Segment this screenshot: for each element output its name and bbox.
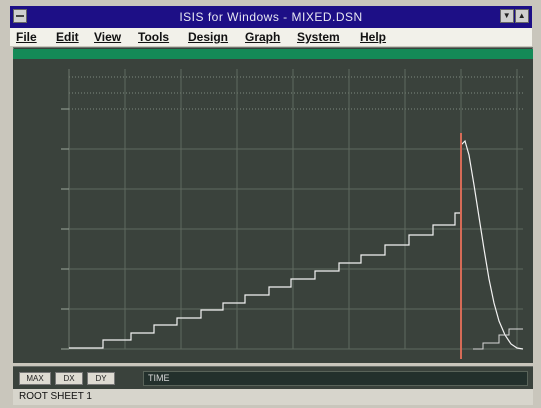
max-button[interactable]: MAX [19, 372, 51, 385]
minimize-icon[interactable]: ▼ [500, 9, 514, 23]
title-bar: ISIS for Windows - MIXED.DSN ▼ ▲ [10, 6, 532, 28]
graph-header-strip [13, 49, 533, 59]
time-label: TIME [148, 373, 170, 383]
maximize-icon[interactable]: ▲ [515, 9, 529, 23]
menu-design[interactable]: Design [188, 30, 228, 44]
menu-bar: File Edit View Tools Design Graph System… [10, 28, 532, 46]
window-title: ISIS for Windows - MIXED.DSN [179, 10, 363, 24]
menu-system[interactable]: System [297, 30, 340, 44]
menu-file[interactable]: File [16, 30, 37, 44]
menu-graph[interactable]: Graph [245, 30, 280, 44]
dx-button[interactable]: DX [55, 372, 83, 385]
system-menu-icon[interactable] [13, 9, 27, 23]
menu-tools[interactable]: Tools [138, 30, 169, 44]
plot-background [13, 59, 533, 363]
time-display: TIME [143, 371, 528, 386]
menu-edit[interactable]: Edit [56, 30, 79, 44]
menu-help[interactable]: Help [360, 30, 386, 44]
isis-window: ISIS for Windows - MIXED.DSN ▼ ▲ File Ed… [0, 0, 541, 408]
graph-plot[interactable] [13, 59, 533, 363]
menu-view[interactable]: View [94, 30, 121, 44]
dy-button[interactable]: DY [87, 372, 115, 385]
status-bar: ROOT SHEET 1 [13, 389, 533, 405]
graph-control-bar: MAX DX DY TIME [13, 366, 533, 389]
sheet-status: ROOT SHEET 1 [19, 391, 92, 402]
